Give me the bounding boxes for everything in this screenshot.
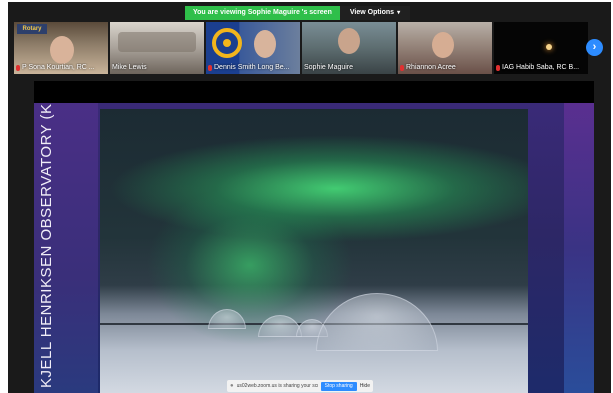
chevron-down-icon: ▾ xyxy=(397,10,401,16)
hide-button[interactable]: Hide xyxy=(360,383,370,389)
observatory-dome xyxy=(316,293,438,351)
observatory-dome xyxy=(208,309,246,329)
rotary-wheel-icon xyxy=(212,28,242,58)
participant-video xyxy=(118,32,196,52)
shared-slide: KJELL HENRIKSEN OBSERVATORY (KHO) xyxy=(34,103,594,393)
participant-name: Rhiannon Acree xyxy=(406,64,456,71)
sharing-message: us02web.zoom.us is sharing your screen. xyxy=(236,383,318,389)
participant-name: Sophie Maguire xyxy=(304,64,354,71)
slide-right-band xyxy=(564,103,594,393)
stop-sharing-button[interactable]: Stop sharing xyxy=(320,381,357,391)
participant-name-label: IAG Habib Saba, RC B... xyxy=(496,63,586,73)
participant-strip: Rotary P Sona Kourtian, RC ... Mike Lewi… xyxy=(14,22,588,74)
participant-video xyxy=(50,36,74,64)
participant-tile[interactable]: Mike Lewis xyxy=(110,22,204,74)
share-status-icon: ● xyxy=(230,383,234,389)
participant-video xyxy=(546,44,552,50)
participant-name: Dennis Smith Long Be... xyxy=(214,64,290,71)
view-options-label: View Options xyxy=(349,9,395,16)
participant-tile[interactable]: Rhiannon Acree xyxy=(398,22,492,74)
slide-title: KJELL HENRIKSEN OBSERVATORY (KHO) xyxy=(38,103,55,388)
participant-name: P Sona Kourtian, RC ... xyxy=(22,64,95,71)
chevron-right-icon: › xyxy=(592,41,597,53)
screen-sharing-bar: ● us02web.zoom.us is sharing your screen… xyxy=(227,380,373,392)
mic-muted-icon xyxy=(16,65,20,71)
screen-share-banner: You are viewing Sophie Maguire 's screen… xyxy=(185,6,411,20)
participant-tile[interactable]: Rotary P Sona Kourtian, RC ... xyxy=(14,22,108,74)
view-options-button[interactable]: View Options ▾ xyxy=(339,6,411,20)
participant-name-label: Sophie Maguire xyxy=(304,63,394,73)
participant-video xyxy=(432,32,454,58)
mic-muted-icon xyxy=(400,65,404,71)
next-page-button[interactable]: › xyxy=(586,39,603,56)
participant-name: IAG Habib Saba, RC B... xyxy=(502,64,580,71)
participant-name: Mike Lewis xyxy=(112,64,147,71)
viewing-screen-text: You are viewing Sophie Maguire 's screen xyxy=(185,6,340,20)
participant-video xyxy=(338,28,360,54)
participant-video xyxy=(254,30,276,58)
mic-muted-icon xyxy=(496,65,500,71)
mic-muted-icon xyxy=(208,65,212,71)
participant-name-label: Rhiannon Acree xyxy=(400,63,490,73)
participant-tile[interactable]: Dennis Smith Long Be... xyxy=(206,22,300,74)
zoom-meeting-window: You are viewing Sophie Maguire 's screen… xyxy=(8,2,611,393)
participant-name-label: Mike Lewis xyxy=(112,63,202,73)
participant-name-label: Dennis Smith Long Be... xyxy=(208,63,298,73)
shared-screen-top xyxy=(34,81,594,103)
participant-tile[interactable]: IAG Habib Saba, RC B... xyxy=(494,22,588,74)
aurora-photo xyxy=(100,109,528,393)
participant-tile[interactable]: Sophie Maguire xyxy=(302,22,396,74)
rotary-logo: Rotary xyxy=(17,24,47,34)
participant-name-label: P Sona Kourtian, RC ... xyxy=(16,63,106,73)
